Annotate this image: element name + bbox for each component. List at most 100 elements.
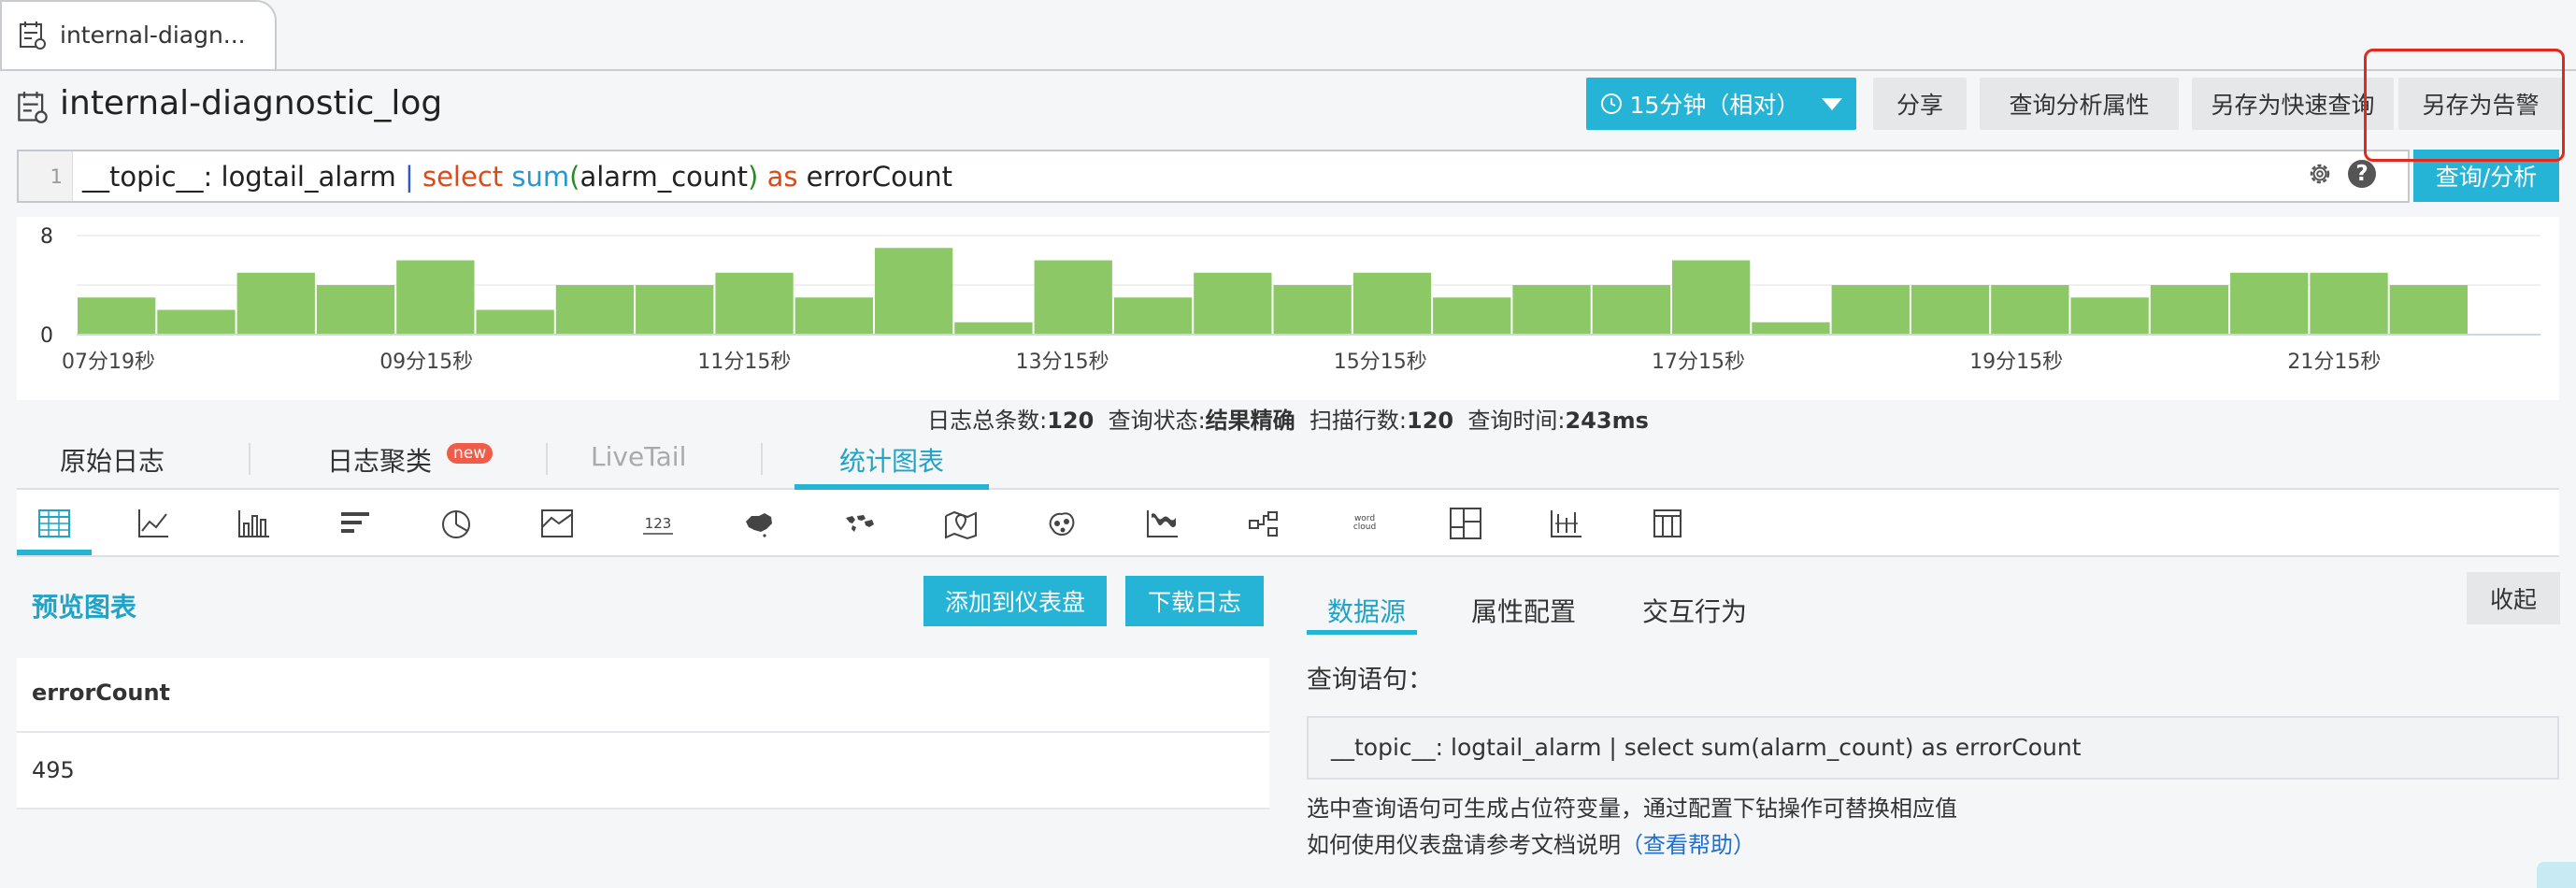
help-icon[interactable]: ? — [2348, 160, 2376, 188]
time-range-label: 15分钟（相对） — [1629, 92, 1800, 119]
table-row — [17, 733, 1269, 809]
histogram-bar[interactable] — [2150, 285, 2229, 335]
histogram-bar[interactable] — [476, 309, 554, 336]
highlight-box — [2364, 49, 2565, 162]
china-map-icon[interactable] — [740, 505, 778, 542]
query-stats: 日志总条数:120 查询状态:结果精确 扫描行数:120 查询时间:243ms — [927, 408, 1649, 434]
log-histogram[interactable]: 8 0 07分19秒 09分15秒 11分15秒 13分15秒 15分15秒 17分15秒 19… — [17, 217, 2559, 400]
preview-chart-title: 预览图表 — [32, 592, 137, 623]
collapse-button[interactable]: 收起 — [2467, 572, 2560, 624]
histogram-chart[interactable]: 8 0 07分19秒 09分15秒 11分15秒 13分15秒 15分15秒 17分15秒 19… — [17, 217, 2559, 400]
svg-text:cloud: cloud — [1353, 523, 1376, 532]
query-text[interactable]: __topic__: logtail_alarm | select sum(al… — [82, 161, 952, 193]
histogram-bar[interactable] — [1512, 285, 1591, 335]
tab-separator — [761, 443, 763, 475]
tab-label: internal-diagn... — [60, 21, 246, 49]
histogram-bar[interactable] — [316, 285, 395, 335]
histogram-bar[interactable] — [1752, 322, 1830, 335]
stock-chart-icon[interactable] — [1548, 505, 1585, 542]
gear-icon[interactable] — [2305, 159, 2335, 189]
histogram-bar[interactable] — [1911, 285, 1990, 335]
tab-internal-diagnostic-log[interactable]: internal-diagn... — [0, 0, 277, 69]
histogram-bar[interactable] — [636, 285, 714, 335]
query-statement-label: 查询语句： — [1307, 666, 1433, 695]
histogram-bar[interactable] — [555, 285, 635, 335]
histogram-bar[interactable] — [1113, 297, 1193, 335]
tab-separator — [546, 443, 548, 475]
histogram-bar[interactable] — [1034, 260, 1112, 336]
share-button[interactable]: 分享 — [1873, 78, 1967, 130]
time-range-button[interactable]: 15分钟（相对） — [1586, 78, 1856, 130]
x-tick-label: 21分15秒 — [2287, 351, 2381, 374]
dashboard-doc-hint: 如何使用仪表盘请参考文档说明（查看帮助） — [1307, 832, 1755, 858]
x-tick-label: 19分15秒 — [1969, 351, 2063, 374]
histogram-bar[interactable] — [2389, 285, 2468, 335]
line-number: 1 — [19, 151, 73, 201]
histogram-bar[interactable] — [1352, 272, 1432, 335]
caret-down-icon — [1822, 97, 1843, 110]
active-config-tab-indicator — [1307, 630, 1417, 635]
histogram-bar[interactable] — [1592, 285, 1670, 335]
histogram-bar[interactable] — [1273, 285, 1352, 335]
column-header-errorcount[interactable]: errorCount — [32, 680, 170, 706]
histogram-bar[interactable] — [236, 272, 315, 335]
world-map-icon[interactable] — [841, 505, 879, 542]
add-to-dashboard-button[interactable]: 添加到仪表盘 — [923, 576, 1107, 626]
tab-stats-chart[interactable]: 统计图表 — [839, 441, 944, 479]
tab-interaction[interactable]: 交互行为 — [1642, 592, 1747, 629]
flow-chart-icon[interactable] — [1144, 505, 1181, 542]
histogram-bar[interactable] — [2310, 272, 2388, 335]
treemap-icon[interactable] — [1447, 505, 1484, 542]
tab-list-icon[interactable] — [1649, 505, 1686, 542]
histogram-bar[interactable] — [715, 272, 794, 335]
map-marker-icon[interactable] — [942, 505, 980, 542]
topology-icon[interactable] — [1245, 505, 1282, 542]
table-cell: 495 — [32, 757, 75, 783]
histogram-bar[interactable] — [954, 322, 1033, 335]
histogram-bar[interactable] — [2070, 297, 2149, 335]
x-tick-label: 13分15秒 — [1016, 351, 1109, 374]
histogram-bar[interactable] — [1991, 285, 2069, 335]
column-chart-icon[interactable] — [236, 505, 273, 542]
tab-log-cluster[interactable]: 日志聚类 — [327, 441, 432, 479]
page-title: internal-diagnostic_log — [60, 84, 443, 122]
pie-chart-icon[interactable] — [437, 505, 475, 542]
floating-widget[interactable] — [2537, 862, 2576, 888]
placeholder-hint: 选中查询语句可生成占位符变量，通过配置下钻操作可替换相应值 — [1307, 795, 1957, 822]
query-statement-text[interactable]: __topic__: logtail_alarm | select sum(al… — [1331, 734, 2082, 761]
x-tick-label: 09分15秒 — [379, 351, 473, 374]
histogram-bar[interactable] — [794, 297, 873, 335]
active-chart-type-indicator — [17, 550, 92, 555]
tab-data-source[interactable]: 数据源 — [1327, 592, 1406, 629]
histogram-bar[interactable] — [875, 248, 953, 335]
histogram-bar[interactable] — [157, 309, 236, 336]
table-header — [17, 658, 1269, 733]
y-tick-label: 0 — [40, 324, 53, 348]
table-chart-icon[interactable] — [36, 505, 73, 542]
view-help-link[interactable]: （查看帮助） — [1621, 832, 1755, 858]
histogram-bar[interactable] — [1194, 272, 1272, 335]
new-badge: new — [447, 443, 494, 464]
query-editor[interactable]: 1 __topic__: logtail_alarm | select sum(… — [17, 150, 2410, 203]
logstore-icon — [20, 21, 46, 50]
svg-text:123: 123 — [645, 515, 672, 532]
query-properties-button[interactable]: 查询分析属性 — [1980, 78, 2179, 130]
histogram-bar[interactable] — [2230, 272, 2309, 335]
area-chart-icon[interactable] — [538, 505, 576, 542]
tab-property-config[interactable]: 属性配置 — [1471, 592, 1576, 629]
bar-chart-icon[interactable] — [336, 505, 374, 542]
heatmap-icon[interactable] — [1043, 505, 1080, 542]
histogram-bar[interactable] — [1831, 285, 1910, 335]
tab-bar — [0, 0, 2576, 71]
download-logs-button[interactable]: 下载日志 — [1125, 576, 1264, 626]
tab-raw-logs[interactable]: 原始日志 — [60, 441, 165, 479]
tab-livetail[interactable]: LiveTail — [591, 441, 686, 472]
histogram-bar[interactable] — [1672, 260, 1751, 336]
chart-type-toolbar — [17, 490, 2559, 557]
word-cloud-icon[interactable]: word cloud — [1346, 505, 1383, 542]
histogram-bar[interactable] — [78, 297, 156, 335]
histogram-bar[interactable] — [396, 260, 475, 336]
line-chart-icon[interactable] — [135, 505, 172, 542]
single-value-icon[interactable]: 123 — [639, 505, 677, 542]
histogram-bar[interactable] — [1433, 297, 1511, 335]
